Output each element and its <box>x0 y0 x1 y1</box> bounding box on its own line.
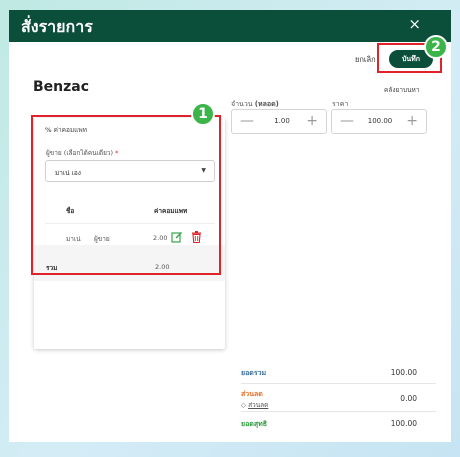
net-total-label: ยอดสุทธิ <box>241 420 268 428</box>
order-dialog: สั่งรายการ × ยกเลิก บันทึก Benzac คลังยา… <box>9 10 451 442</box>
discount-label: ส่วนลด <box>241 390 263 398</box>
quantity-stepper: — 1.00 + <box>231 109 327 134</box>
quantity-unit: (หลอด) <box>254 100 279 108</box>
price-increment-button[interactable]: + <box>406 113 418 129</box>
summary-divider <box>241 411 436 412</box>
quantity-value[interactable]: 1.00 <box>270 117 294 125</box>
cancel-button[interactable]: ยกเลิก <box>355 54 376 66</box>
price-decrement-button[interactable]: — <box>340 113 354 129</box>
tag-icon: ◇ <box>241 401 246 409</box>
product-references-link[interactable]: คลังยาบนหา <box>384 85 419 95</box>
step-badge-1: 1 <box>191 102 215 126</box>
summary-divider <box>241 383 436 384</box>
quantity-decrement-button[interactable]: — <box>240 113 254 129</box>
close-icon[interactable]: × <box>408 15 421 33</box>
subtotal-value: 100.00 <box>390 368 417 377</box>
annotation-box-1 <box>31 115 221 275</box>
discount-link[interactable]: ◇ ส่วนลด <box>241 400 268 410</box>
quantity-increment-button[interactable]: + <box>306 113 318 129</box>
discount-link-label: ส่วนลด <box>248 401 269 409</box>
price-value[interactable]: 100.00 <box>362 117 398 125</box>
product-name: Benzac <box>33 79 90 95</box>
step-badge-2: 2 <box>424 35 448 59</box>
quantity-label-text: จำนวน <box>231 100 253 108</box>
dialog-header: สั่งรายการ × <box>9 10 451 42</box>
net-total-value: 100.00 <box>390 419 417 428</box>
subtotal-label: ยอดรวม <box>241 369 267 377</box>
price-stepper: — 100.00 + <box>331 109 427 134</box>
discount-value: 0.00 <box>400 394 417 403</box>
dialog-title: สั่งรายการ <box>21 17 93 36</box>
